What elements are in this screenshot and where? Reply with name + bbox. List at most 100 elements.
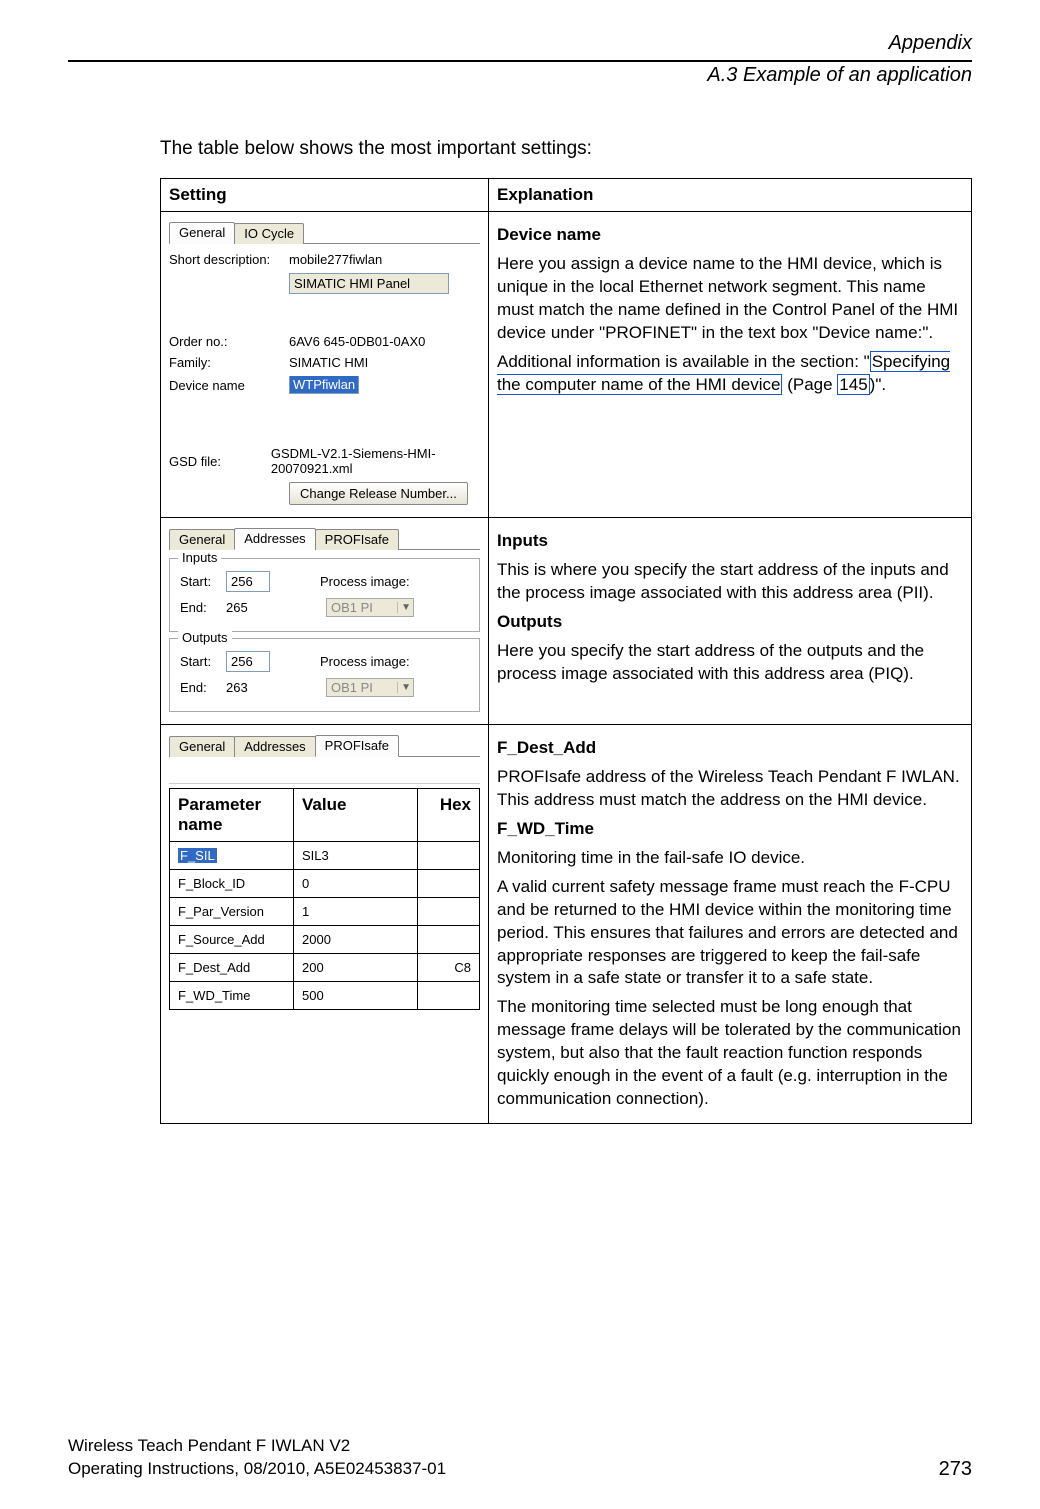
tab-iocycle[interactable]: IO Cycle xyxy=(234,223,304,244)
inputs-legend: Inputs xyxy=(178,550,221,565)
header-breadcrumb: Appendix xyxy=(68,30,972,56)
table-row: General Addresses PROFIsafe Inputs Start… xyxy=(161,518,972,725)
param-row[interactable]: F_Block_ID0 xyxy=(170,870,480,898)
screenshot-addresses-tab: General Addresses PROFIsafe Inputs Start… xyxy=(169,528,480,712)
expl-text: PROFIsafe address of the Wireless Teach … xyxy=(497,766,963,812)
out-pi-value: OB1 PI xyxy=(331,680,373,695)
param-row[interactable]: F_WD_Time500 xyxy=(170,982,480,1010)
in-pi-label: Process image: xyxy=(320,574,410,589)
param-row[interactable]: F_SIL SIL3 xyxy=(170,842,480,870)
expl-heading: F_Dest_Add xyxy=(497,737,963,760)
tab-profisafe[interactable]: PROFIsafe xyxy=(315,529,399,550)
table-row: General IO Cycle Short description: mobi… xyxy=(161,212,972,518)
expl-text: Here you specify the start address of th… xyxy=(497,640,963,686)
out-end-label: End: xyxy=(180,680,226,695)
orderno-value: 6AV6 645-0DB01-0AX0 xyxy=(289,334,425,349)
param-hex xyxy=(418,926,480,954)
devname-input[interactable]: WTPfiwlan xyxy=(289,376,359,394)
tab-addresses[interactable]: Addresses xyxy=(234,528,315,550)
gsdfile-value: GSDML-V2.1-Siemens-HMI-20070921.xml xyxy=(271,446,480,476)
in-start-input[interactable]: 256 xyxy=(226,571,270,592)
th-setting: Setting xyxy=(161,179,489,212)
devname-value: WTPfiwlan xyxy=(290,376,358,393)
intro-text: The table below shows the most important… xyxy=(160,138,972,160)
param-name: F_Source_Add xyxy=(170,926,294,954)
in-start-label: Start: xyxy=(180,574,226,589)
out-start-label: Start: xyxy=(180,654,226,669)
expl-text: A valid current safety message frame mus… xyxy=(497,876,963,991)
orderno-label: Order no.: xyxy=(169,334,289,349)
th-value: Value xyxy=(294,789,418,842)
family-value: SIMATIC HMI xyxy=(289,355,368,370)
change-release-button[interactable]: Change Release Number... xyxy=(289,482,468,505)
tab-addresses[interactable]: Addresses xyxy=(234,736,315,757)
link-page-145[interactable]: 145 xyxy=(837,374,869,395)
chevron-down-icon: ▼ xyxy=(397,682,411,693)
settings-table: Setting Explanation General IO Cycle Sho… xyxy=(160,178,972,1124)
param-name: F_Par_Version xyxy=(170,898,294,926)
param-value: 500 xyxy=(294,982,418,1010)
in-pi-value: OB1 PI xyxy=(331,600,373,615)
param-name: F_SIL xyxy=(178,848,217,863)
param-hex xyxy=(418,842,480,870)
tab-general[interactable]: General xyxy=(169,529,235,550)
inputs-fieldset: Inputs Start: 256 Process image: End: 26… xyxy=(169,558,480,632)
expl-text: Monitoring time in the fail-safe IO devi… xyxy=(497,847,963,870)
out-start-input[interactable]: 256 xyxy=(226,651,270,672)
page-header: Appendix A.3 Example of an application xyxy=(68,28,972,88)
tab-profisafe[interactable]: PROFIsafe xyxy=(315,735,399,757)
expl-heading: Outputs xyxy=(497,611,963,634)
out-end-value: 263 xyxy=(226,680,270,695)
in-end-value: 265 xyxy=(226,600,270,615)
expl-mid: (Page xyxy=(782,375,837,394)
expl-heading: F_WD_Time xyxy=(497,818,963,841)
param-table: Parameter name Value Hex F_SIL SIL3 xyxy=(169,788,480,1010)
longname-box: SIMATIC HMI Panel xyxy=(289,273,449,294)
screenshot-profisafe-tab: General Addresses PROFIsafe Parameter na… xyxy=(169,735,480,1010)
param-name: F_WD_Time xyxy=(170,982,294,1010)
table-header-row: Setting Explanation xyxy=(161,179,972,212)
in-end-label: End: xyxy=(180,600,226,615)
gsdfile-label: GSD file: xyxy=(169,454,271,469)
param-value: 1 xyxy=(294,898,418,926)
expl-text: Additional information is available in t… xyxy=(497,351,963,397)
param-hex xyxy=(418,898,480,926)
th-explanation: Explanation xyxy=(489,179,972,212)
param-name: F_Block_ID xyxy=(170,870,294,898)
tab-general[interactable]: General xyxy=(169,222,235,244)
th-hex: Hex xyxy=(418,789,480,842)
param-row[interactable]: F_Par_Version1 xyxy=(170,898,480,926)
family-label: Family: xyxy=(169,355,289,370)
param-hex xyxy=(418,870,480,898)
footer-line2: Operating Instructions, 08/2010, A5E0245… xyxy=(68,1458,446,1481)
screenshot-general-tab: General IO Cycle Short description: mobi… xyxy=(169,222,480,505)
page-footer: Wireless Teach Pendant F IWLAN V2 Operat… xyxy=(68,1395,972,1481)
param-hex: C8 xyxy=(418,954,480,982)
footer-line1: Wireless Teach Pendant F IWLAN V2 xyxy=(68,1435,446,1458)
param-name: F_Dest_Add xyxy=(170,954,294,982)
expl-suffix: )". xyxy=(870,375,886,394)
chevron-down-icon: ▼ xyxy=(397,602,411,613)
param-value: 2000 xyxy=(294,926,418,954)
expl-text: This is where you specify the start addr… xyxy=(497,559,963,605)
param-value: 200 xyxy=(294,954,418,982)
outputs-legend: Outputs xyxy=(178,630,232,645)
tab-general[interactable]: General xyxy=(169,736,235,757)
shortdesc-label: Short description: xyxy=(169,252,289,267)
shortdesc-value: mobile277fiwlan xyxy=(289,252,382,267)
param-value: 0 xyxy=(294,870,418,898)
page-number: 273 xyxy=(939,1458,972,1481)
expl-heading: Inputs xyxy=(497,530,963,553)
expl-heading: Device name xyxy=(497,224,963,247)
th-param: Parameter name xyxy=(170,789,294,842)
param-value: SIL3 xyxy=(294,842,418,870)
out-pi-label: Process image: xyxy=(320,654,410,669)
out-pi-dropdown[interactable]: OB1 PI ▼ xyxy=(326,678,414,697)
outputs-fieldset: Outputs Start: 256 Process image: End: 2… xyxy=(169,638,480,712)
param-row[interactable]: F_Source_Add2000 xyxy=(170,926,480,954)
expl-prefix: Additional information is available in t… xyxy=(497,352,870,371)
param-row[interactable]: F_Dest_Add200C8 xyxy=(170,954,480,982)
expl-text: Here you assign a device name to the HMI… xyxy=(497,253,963,345)
header-subtitle: A.3 Example of an application xyxy=(68,62,972,88)
in-pi-dropdown[interactable]: OB1 PI ▼ xyxy=(326,598,414,617)
